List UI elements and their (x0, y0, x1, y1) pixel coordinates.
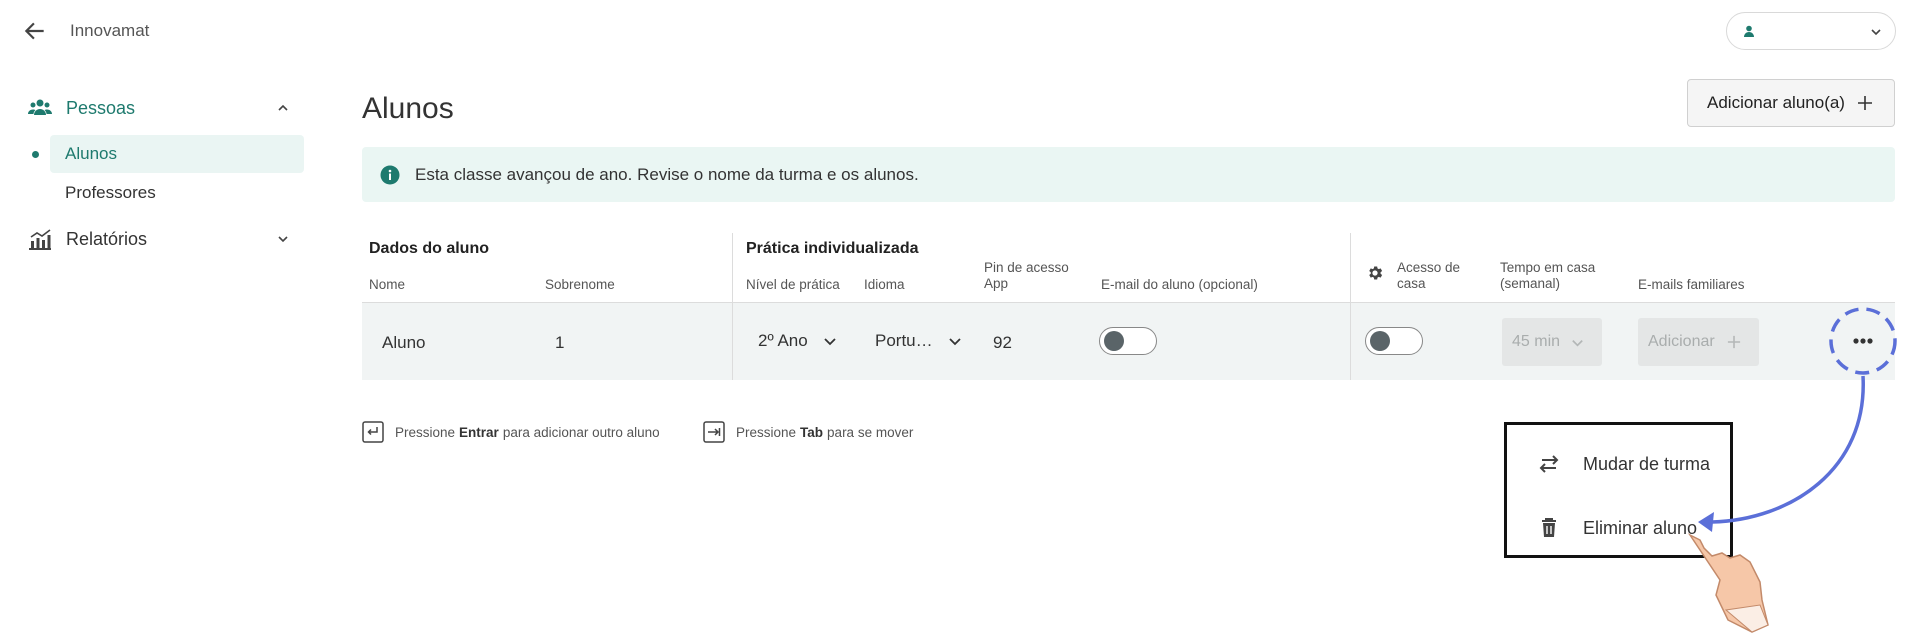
column-header-acesso: Acesso de casa (1397, 260, 1460, 292)
people-icon (28, 99, 52, 115)
annotation-arrow (1711, 375, 1865, 524)
cell-pin: 92 (993, 333, 1012, 352)
chevron-down-icon (278, 236, 288, 243)
add-student-button[interactable]: Adicionar aluno(a) (1687, 79, 1895, 127)
menu-item-label: Eliminar aluno (1583, 517, 1698, 538)
info-icon (380, 165, 400, 184)
chevron-down-icon (1572, 339, 1583, 347)
sidebar-item-alunos[interactable]: Alunos (50, 135, 304, 173)
alert-text: Esta classe avançou de ano. Revise o nom… (415, 164, 919, 184)
column-header-pin-line2: App (984, 276, 1009, 291)
column-header-acesso-line2: casa (1397, 276, 1426, 291)
chevron-up-icon (278, 104, 288, 111)
enter-hint-post: para adicionar outro aluno (502, 424, 660, 440)
user-menu[interactable] (1726, 12, 1896, 50)
group-header-pratica: Prática individualizada (746, 240, 919, 257)
more-options-icon[interactable] (1848, 326, 1878, 356)
chevron-down-icon (824, 338, 836, 346)
enter-key-icon (362, 421, 384, 443)
toggle-knob (1104, 331, 1124, 351)
tab-hint: Pressione Tab para se mover (703, 421, 913, 443)
info-alert: Esta classe avançou de ano. Revise o nom… (362, 147, 1895, 202)
column-header-nivel: Nível de prática (746, 277, 840, 292)
column-header-email: E-mail do aluno (opcional) (1101, 277, 1258, 292)
user-icon (1744, 25, 1754, 37)
column-divider (732, 233, 733, 380)
group-header-dados: Dados do aluno (369, 240, 489, 257)
enter-hint: Pressione Entrar para adicionar outro al… (362, 421, 660, 443)
chart-icon (29, 229, 51, 250)
add-student-label: Adicionar aluno(a) (1707, 93, 1845, 112)
column-header-pin-line1: Pin de acesso (984, 260, 1069, 275)
sidebar-group-relatorios[interactable]: Relatórios (28, 224, 290, 254)
swap-icon (1539, 455, 1559, 473)
enter-hint-pre: Pressione (395, 424, 456, 440)
nivel-value: 2º Ano (758, 331, 808, 350)
sidebar-group-label: Pessoas (66, 97, 136, 118)
nivel-select[interactable]: 2º Ano (758, 331, 838, 351)
column-header-nome: Nome (369, 277, 406, 292)
sidebar-item-professores[interactable]: Professores (50, 174, 304, 212)
column-header-tempo: Tempo em casa (semanal) (1500, 260, 1595, 292)
sidebar-group-pessoas[interactable]: Pessoas (28, 93, 290, 123)
column-header-acesso-line1: Acesso de (1397, 260, 1461, 275)
cell-nome[interactable]: Aluno (382, 333, 425, 353)
column-header-pin: Pin de acesso App (984, 260, 1069, 292)
page-title: Alunos (362, 92, 454, 125)
trash-icon (1542, 518, 1556, 537)
add-family-email-label: Adicionar (1648, 333, 1715, 350)
menu-item-delete-student[interactable]: Eliminar aluno (1507, 503, 1730, 553)
plus-icon (1857, 96, 1872, 110)
idioma-value: Portu… (875, 331, 933, 350)
add-family-email-button: Adicionar (1638, 318, 1759, 366)
toggle-knob (1370, 331, 1390, 351)
tab-hint-key: Tab (800, 424, 824, 440)
column-header-sobrenome: Sobrenome (545, 277, 615, 292)
menu-item-change-class[interactable]: Mudar de turma (1507, 439, 1730, 489)
column-header-familiares: E-mails familiares (1638, 277, 1745, 292)
column-header-idioma: Idioma (864, 277, 905, 292)
column-header-tempo-line1: Tempo em casa (1500, 260, 1596, 275)
cell-sobrenome[interactable]: 1 (555, 333, 564, 353)
tab-hint-pre: Pressione (736, 424, 797, 440)
column-header-tempo-line2: (semanal) (1500, 276, 1561, 291)
column-divider (1350, 233, 1351, 380)
gear-icon[interactable] (1366, 264, 1384, 282)
row-actions-menu: Mudar de turma Eliminar aluno (1504, 422, 1733, 558)
enter-hint-key: Entrar (459, 424, 499, 440)
brand-name: Innovamat (70, 21, 150, 40)
tab-hint-post: para se mover (827, 424, 914, 440)
email-toggle[interactable] (1099, 327, 1157, 355)
chevron-down-icon (1871, 29, 1881, 36)
plus-icon (1727, 335, 1740, 349)
sidebar-group-label: Relatórios (66, 228, 148, 249)
tempo-select: 45 min (1502, 318, 1602, 366)
header-divider (362, 302, 1895, 303)
tempo-value: 45 min (1512, 333, 1561, 350)
chevron-down-icon (949, 338, 961, 346)
tab-key-icon (703, 421, 725, 443)
idioma-select[interactable]: Portu… (875, 331, 963, 351)
menu-item-label: Mudar de turma (1583, 453, 1711, 474)
back-arrow-icon[interactable] (22, 18, 48, 44)
acesso-casa-toggle[interactable] (1365, 327, 1423, 355)
active-indicator-dot (32, 151, 39, 158)
